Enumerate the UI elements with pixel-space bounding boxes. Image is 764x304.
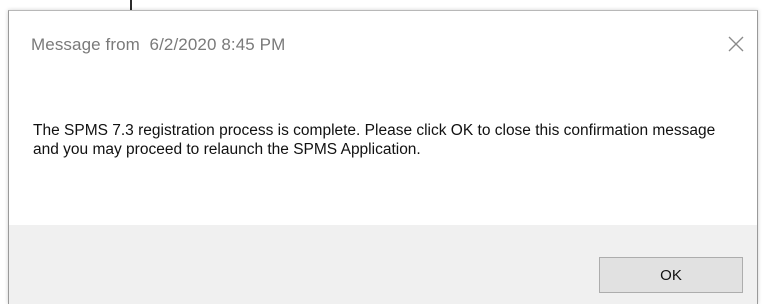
dialog-title: Message from 6/2/2020 8:45 PM — [31, 35, 286, 54]
close-button[interactable] — [721, 29, 751, 59]
message-dialog: Message from 6/2/2020 8:45 PM The SPMS 7… — [8, 10, 758, 304]
close-icon — [727, 35, 745, 53]
dialog-footer: OK — [9, 225, 757, 304]
background-window-divider — [130, 0, 132, 10]
dialog-title-bar[interactable]: Message from 6/2/2020 8:45 PM — [9, 11, 757, 77]
dialog-content: The SPMS 7.3 registration process is com… — [9, 77, 757, 225]
screen: Message from 6/2/2020 8:45 PM The SPMS 7… — [0, 0, 764, 304]
ok-button[interactable]: OK — [599, 257, 743, 293]
background-window-strip — [0, 0, 764, 10]
dialog-message: The SPMS 7.3 registration process is com… — [33, 122, 716, 158]
